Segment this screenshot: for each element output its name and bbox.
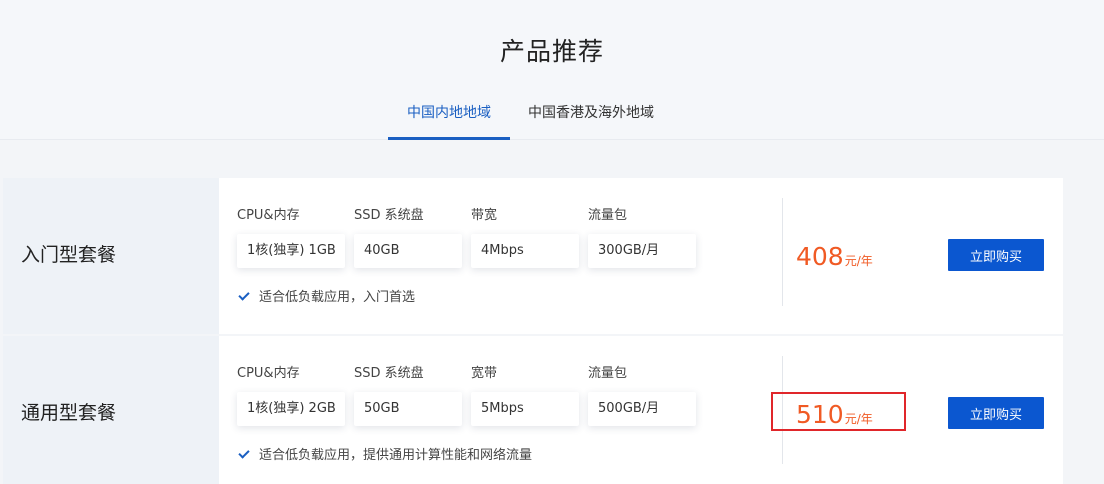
plan-details: CPU&内存 SSD 系统盘 宽带 流量包 1核(独享) 2GB 50GB 5M… xyxy=(219,336,1063,484)
plan-note: 适合低负载应用，入门首选 xyxy=(238,286,416,305)
plan-note-text: 适合低负载应用，提供通用计算性能和网络流量 xyxy=(259,448,533,463)
spec-value-ssd: 40GB xyxy=(354,234,462,268)
spec-label-ssd: SSD 系统盘 xyxy=(354,366,424,381)
plan-name: 入门型套餐 xyxy=(21,244,117,266)
header: 产品推荐 中国内地地域 中国香港及海外地域 xyxy=(0,0,1104,140)
plan-name: 通用型套餐 xyxy=(21,402,117,424)
spec-label-bandwidth: 宽带 xyxy=(471,366,498,381)
spec-label-traffic: 流量包 xyxy=(588,366,628,381)
active-tab-indicator xyxy=(388,137,510,140)
spec-value-ssd: 50GB xyxy=(354,392,462,426)
spec-value-cpu-memory: 1核(独享) 2GB xyxy=(237,392,345,426)
divider xyxy=(782,198,783,306)
plan-card-starter: 入门型套餐 CPU&内存 SSD 系统盘 带宽 流量包 1核(独享) 1GB 4… xyxy=(3,178,1063,334)
spec-value-cpu-memory: 1核(独享) 1GB xyxy=(237,234,345,268)
spec-label-traffic: 流量包 xyxy=(588,208,628,223)
spec-label-cpu-memory: CPU&内存 xyxy=(237,366,300,381)
plan-name-panel: 通用型套餐 xyxy=(3,336,219,484)
plan-price: 408元/年 xyxy=(796,242,873,271)
plan-details: CPU&内存 SSD 系统盘 带宽 流量包 1核(独享) 1GB 40GB 4M… xyxy=(219,178,1063,334)
checkmark-icon xyxy=(238,289,250,301)
spec-value-traffic: 300GB/月 xyxy=(588,234,696,268)
spec-value-bandwidth: 5Mbps xyxy=(471,392,579,426)
tab-mainland-region[interactable]: 中国内地地域 xyxy=(388,102,510,140)
buy-now-button[interactable]: 立即购买 xyxy=(948,239,1044,271)
spec-label-cpu-memory: CPU&内存 xyxy=(237,208,300,223)
price-amount: 408 xyxy=(796,242,844,271)
plan-name-panel: 入门型套餐 xyxy=(3,178,219,334)
spec-label-ssd: SSD 系统盘 xyxy=(354,208,424,223)
price-highlight-annotation xyxy=(771,392,906,431)
page-title: 产品推荐 xyxy=(499,37,604,66)
plan-note-text: 适合低负载应用，入门首选 xyxy=(259,290,416,305)
price-unit: 元/年 xyxy=(844,254,873,268)
spec-value-traffic: 500GB/月 xyxy=(588,392,696,426)
checkmark-icon xyxy=(238,447,250,459)
buy-now-button[interactable]: 立即购买 xyxy=(948,397,1044,429)
tab-hongkong-overseas-region[interactable]: 中国香港及海外地域 xyxy=(528,102,668,140)
spec-label-bandwidth: 带宽 xyxy=(471,208,498,223)
plan-note: 适合低负载应用，提供通用计算性能和网络流量 xyxy=(238,444,533,463)
spec-value-bandwidth: 4Mbps xyxy=(471,234,579,268)
